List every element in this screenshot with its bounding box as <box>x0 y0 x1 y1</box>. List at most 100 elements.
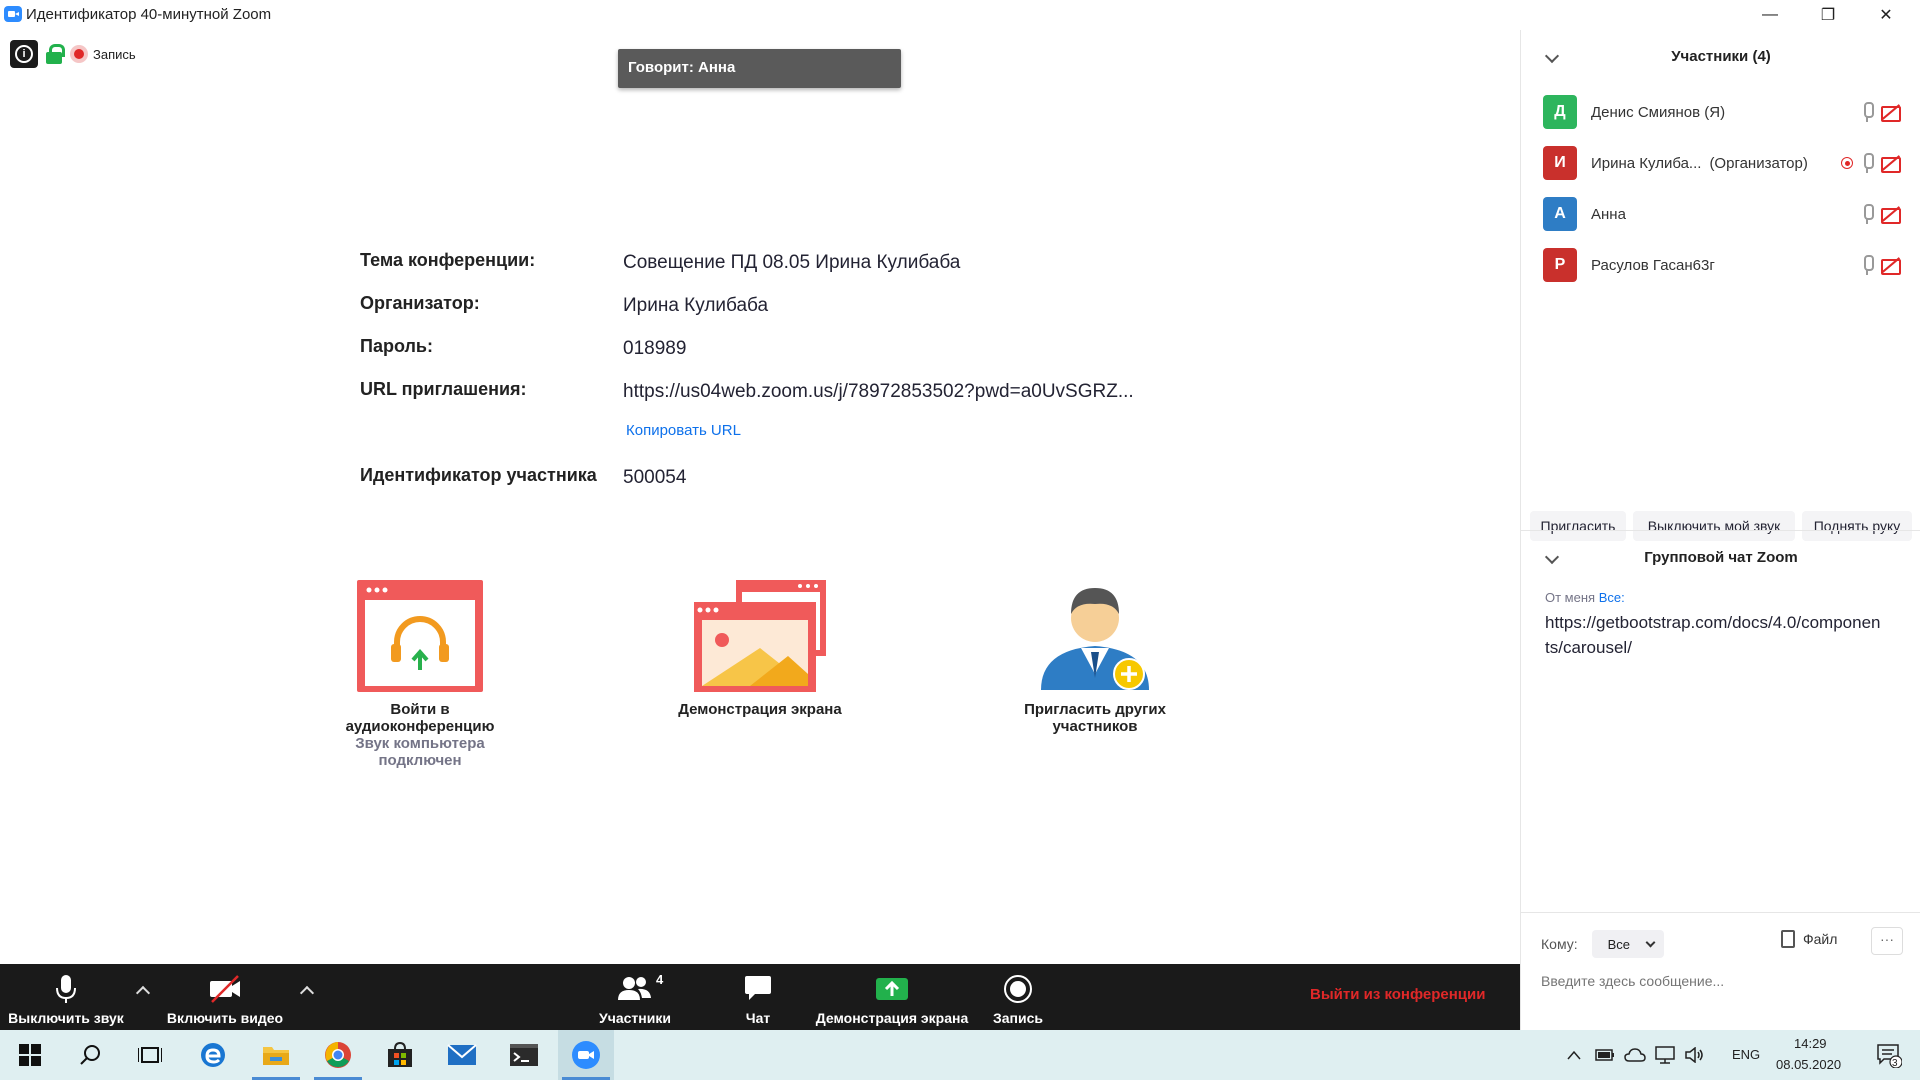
invite-label-2: участников <box>1052 718 1138 735</box>
show-hidden-icons-chevron-icon[interactable] <box>1560 1030 1588 1080</box>
search-icon[interactable] <box>62 1030 118 1080</box>
file-button[interactable]: Файл <box>1781 930 1837 948</box>
encryption-lock-icon[interactable] <box>46 44 65 64</box>
recording-dot-icon <box>70 45 88 63</box>
participant-item[interactable]: А Анна <box>1543 196 1903 232</box>
clock-date[interactable]: 08.05.2020 <box>1776 1057 1841 1072</box>
participant-id-value: 500054 <box>623 467 687 488</box>
chat-bubble-icon <box>745 976 771 1000</box>
right-panel: Участники (4) Д Денис Смиянов (Я) И Ирин… <box>1520 30 1920 1030</box>
chat-message-input[interactable] <box>1541 966 1901 996</box>
dropdown-caret-icon <box>1645 937 1656 947</box>
record-icon <box>1004 975 1032 1003</box>
file-icon <box>1781 930 1795 948</box>
avatar: И <box>1543 146 1577 180</box>
recording-label: Запись <box>93 46 136 62</box>
participant-item[interactable]: Д Денис Смиянов (Я) <box>1543 94 1903 130</box>
title-bar: Идентификатор 40-минутной Zoom — ❐ ✕ <box>0 0 1920 30</box>
record-label: Запись <box>992 1010 1043 1026</box>
action-center-icon[interactable]: 3 <box>1864 1030 1914 1080</box>
topic-label: Тема конференции: <box>360 250 536 270</box>
raise-hand-button[interactable]: Поднять руку <box>1802 511 1912 541</box>
leave-meeting-button[interactable]: Выйти из конференции <box>1310 986 1485 1003</box>
notification-count: 3 <box>1892 1058 1898 1069</box>
chat-from-label: От меня <box>1545 590 1596 605</box>
topic-value: Совещение ПД 08.05 Ирина Кулибаба <box>623 252 961 273</box>
input-language-indicator[interactable]: ENG <box>1732 1047 1760 1062</box>
to-label: Кому: <box>1541 936 1578 952</box>
microphone-icon[interactable] <box>1861 102 1874 122</box>
windows-start-icon[interactable] <box>2 1030 58 1080</box>
chat-more-button[interactable]: ··· <box>1871 927 1903 955</box>
onedrive-cloud-icon[interactable] <box>1620 1030 1650 1080</box>
participant-item[interactable]: Р Расулов Гасан63г <box>1543 247 1903 283</box>
start-video-button[interactable]: Включить видео <box>165 964 285 1030</box>
video-options-chevron-icon[interactable] <box>299 985 315 1001</box>
participants-header: Участники (4) <box>1671 48 1771 65</box>
participant-name: Ирина Кулиба... <box>1591 154 1702 172</box>
edge-browser-icon[interactable] <box>185 1030 241 1080</box>
participant-id-label: Идентификатор участника <box>360 465 597 485</box>
chat-to-all[interactable]: Все: <box>1599 590 1625 605</box>
avatar: Д <box>1543 95 1577 129</box>
invite-button[interactable]: Пригласить <box>1530 511 1626 541</box>
share-screen-icon <box>694 580 826 692</box>
share-screen-tile[interactable]: Демонстрация экрана <box>660 578 860 718</box>
video-off-icon[interactable] <box>1881 104 1903 122</box>
invite-person-icon <box>1041 588 1149 690</box>
close-button[interactable]: ✕ <box>1858 0 1914 30</box>
recording-indicator[interactable]: Запись <box>70 45 136 63</box>
recipient-select[interactable]: Все <box>1591 930 1664 958</box>
invite-tile[interactable]: Пригласить других участников <box>1000 578 1190 735</box>
chat-input-divider <box>1521 912 1920 913</box>
join-audio-sub-2: подключен <box>378 752 462 769</box>
chat-message-text: https://getbootstrap.com/docs/4.0/compon… <box>1545 613 1881 657</box>
chrome-browser-icon[interactable] <box>310 1030 366 1080</box>
video-off-icon[interactable] <box>1881 257 1903 275</box>
recipient-value: Все <box>1607 936 1631 952</box>
chat-message-meta: От меня Все: <box>1545 590 1625 605</box>
minimize-button[interactable]: — <box>1742 0 1798 30</box>
zoom-taskbar-icon[interactable] <box>558 1030 614 1080</box>
share-label: Демонстрация экрана <box>815 1010 969 1026</box>
mute-button[interactable]: Выключить звук <box>4 964 128 1030</box>
microphone-icon[interactable] <box>1861 204 1874 224</box>
video-label: Включить видео <box>166 1010 284 1026</box>
audio-options-chevron-icon[interactable] <box>135 985 151 1001</box>
chat-recipient-row: Кому: Все <box>1541 930 1664 958</box>
video-off-icon[interactable] <box>1881 155 1903 173</box>
meeting-status-row: i Запись <box>10 40 136 68</box>
participants-count-badge: 4 <box>656 972 664 987</box>
participant-role: (Организатор) <box>1709 154 1808 172</box>
host-value: Ирина Кулибаба <box>623 295 769 316</box>
microphone-icon[interactable] <box>1861 153 1874 173</box>
participants-button[interactable]: Участники <box>590 964 680 1030</box>
record-button[interactable]: Запись <box>986 964 1050 1030</box>
video-off-icon[interactable] <box>1881 206 1903 224</box>
panel-divider <box>1521 530 1920 531</box>
volume-icon[interactable] <box>1680 1030 1710 1080</box>
file-label: Файл <box>1803 931 1838 947</box>
participant-item[interactable]: И Ирина Кулиба... (Организатор) <box>1543 145 1903 181</box>
file-explorer-icon[interactable] <box>248 1030 304 1080</box>
chat-button[interactable]: Чат <box>728 964 788 1030</box>
clock-time[interactable]: 14:29 <box>1794 1036 1827 1051</box>
share-screen-button[interactable]: Демонстрация экрана <box>810 964 974 1030</box>
copy-url-link[interactable]: Копировать URL <box>626 422 741 439</box>
store-icon[interactable] <box>372 1030 428 1080</box>
host-label: Организатор: <box>360 293 480 313</box>
participants-label: Участники <box>599 1010 671 1026</box>
join-audio-tile[interactable]: Войти в аудиоконференцию Звук компьютера… <box>330 578 510 769</box>
invite-url-label: URL приглашения: <box>360 379 527 399</box>
headphones-upload-icon <box>357 580 483 692</box>
restore-button[interactable]: ❐ <box>1800 0 1856 30</box>
mail-icon[interactable] <box>434 1030 490 1080</box>
meeting-info-icon[interactable]: i <box>10 40 38 68</box>
battery-icon[interactable] <box>1590 1030 1620 1080</box>
terminal-icon[interactable] <box>496 1030 552 1080</box>
invite-label-1: Пригласить других <box>1024 701 1166 718</box>
network-icon[interactable] <box>1650 1030 1680 1080</box>
task-view-icon[interactable] <box>122 1030 178 1080</box>
mute-me-button[interactable]: Выключить мой звук <box>1633 511 1795 541</box>
microphone-icon[interactable] <box>1861 255 1874 275</box>
